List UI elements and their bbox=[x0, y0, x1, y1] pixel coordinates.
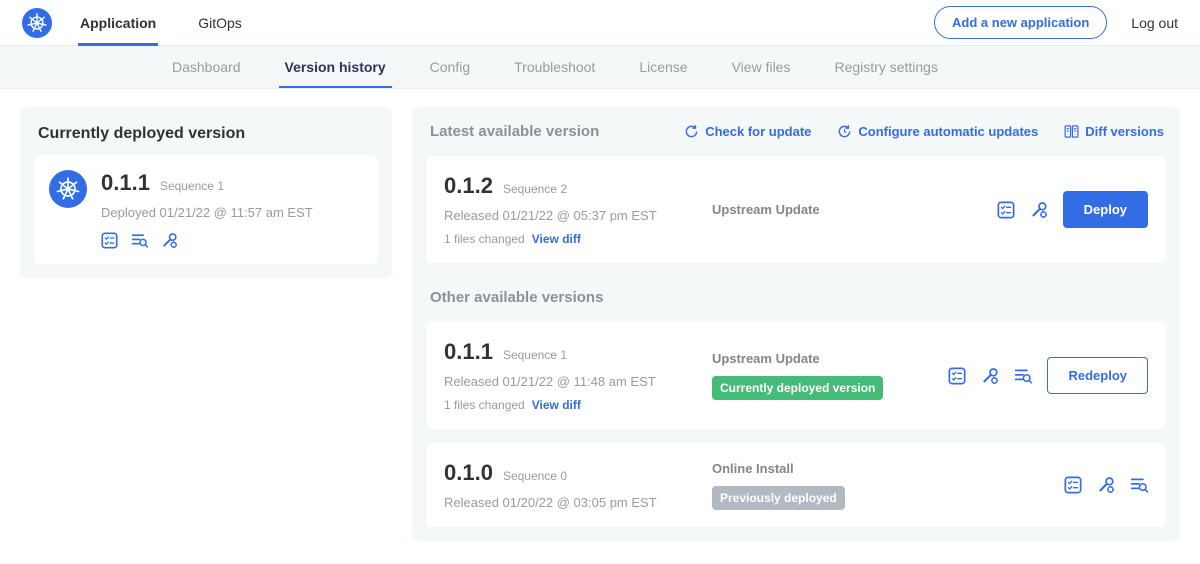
version-number: 0.1.2 bbox=[444, 173, 493, 199]
config-icon[interactable] bbox=[981, 367, 999, 385]
logs-icon[interactable] bbox=[131, 232, 148, 249]
subnav-item-dashboard[interactable]: Dashboard bbox=[150, 46, 263, 88]
kubernetes-logo bbox=[22, 8, 52, 38]
version-number: 0.1.1 bbox=[444, 339, 493, 365]
top-navbar: Application GitOps Add a new application… bbox=[0, 0, 1200, 46]
release-notes-icon[interactable] bbox=[948, 367, 966, 385]
version-card-latest: 0.1.2 Sequence 2 Released 01/21/22 @ 05:… bbox=[426, 156, 1166, 263]
subnav-item-version-history[interactable]: Version history bbox=[263, 46, 408, 88]
check-for-update-link[interactable]: Check for update bbox=[684, 124, 811, 139]
version-source: Upstream Update Currently deployed versi… bbox=[702, 351, 948, 400]
version-info: 0.1.2 Sequence 2 Released 01/21/22 @ 05:… bbox=[444, 173, 702, 246]
app-subnav: Dashboard Version history Config Trouble… bbox=[0, 46, 1200, 89]
config-icon[interactable] bbox=[1097, 476, 1115, 494]
release-notes-icon[interactable] bbox=[1064, 476, 1082, 494]
tab-application[interactable]: Application bbox=[78, 0, 158, 46]
released-date-text: Released 01/21/22 @ 05:37 pm EST bbox=[444, 208, 702, 223]
currently-deployed-panel: Currently deployed version 0.1.1 Sequenc… bbox=[20, 107, 392, 278]
tab-gitops[interactable]: GitOps bbox=[196, 0, 244, 46]
version-number: 0.1.0 bbox=[444, 460, 493, 486]
view-diff-link[interactable]: View diff bbox=[532, 398, 581, 412]
version-actions-group: Deploy bbox=[997, 191, 1148, 228]
add-application-button[interactable]: Add a new application bbox=[934, 6, 1107, 39]
config-icon[interactable] bbox=[1030, 201, 1048, 219]
other-available-heading: Other available versions bbox=[426, 287, 1166, 308]
refresh-icon bbox=[684, 124, 699, 139]
version-card-0-1-0: 0.1.0 Sequence 0 Released 01/20/22 @ 03:… bbox=[426, 443, 1166, 527]
latest-available-heading: Latest available version bbox=[426, 121, 603, 142]
released-date-text: Released 01/20/22 @ 03:05 pm EST bbox=[444, 495, 702, 510]
logout-link[interactable]: Log out bbox=[1131, 15, 1178, 31]
deployed-heading: Currently deployed version bbox=[34, 121, 378, 155]
check-for-update-label: Check for update bbox=[705, 124, 811, 139]
logs-icon[interactable] bbox=[1014, 367, 1032, 385]
version-card-0-1-1: 0.1.1 Sequence 1 Released 01/21/22 @ 11:… bbox=[426, 322, 1166, 429]
version-history-panel: Latest available version Check for updat… bbox=[412, 107, 1180, 541]
deploy-button[interactable]: Deploy bbox=[1063, 191, 1148, 228]
deployed-info: 0.1.1 Sequence 1 Deployed 01/21/22 @ 11:… bbox=[101, 170, 313, 249]
source-label: Upstream Update bbox=[712, 351, 938, 366]
release-notes-icon[interactable] bbox=[101, 232, 118, 249]
diff-icon bbox=[1064, 124, 1079, 139]
auto-update-icon bbox=[837, 124, 852, 139]
version-info: 0.1.1 Sequence 1 Released 01/21/22 @ 11:… bbox=[444, 339, 702, 412]
sequence-label: Sequence 2 bbox=[503, 182, 567, 196]
diff-versions-label: Diff versions bbox=[1085, 124, 1164, 139]
release-notes-icon[interactable] bbox=[997, 201, 1015, 219]
deployed-sequence-label: Sequence 1 bbox=[160, 179, 224, 193]
sequence-label: Sequence 1 bbox=[503, 348, 567, 362]
subnav-item-license[interactable]: License bbox=[617, 46, 709, 88]
version-actions-group: Redeploy bbox=[948, 357, 1148, 394]
configure-automatic-updates-label: Configure automatic updates bbox=[858, 124, 1038, 139]
currently-deployed-badge: Currently deployed version bbox=[712, 376, 883, 400]
source-label: Upstream Update bbox=[712, 202, 987, 217]
files-changed-text: 1 files changed bbox=[444, 232, 525, 246]
subnav-item-troubleshoot[interactable]: Troubleshoot bbox=[492, 46, 617, 88]
diff-versions-link[interactable]: Diff versions bbox=[1064, 124, 1164, 139]
files-changed-text: 1 files changed bbox=[444, 398, 525, 412]
configure-automatic-updates-link[interactable]: Configure automatic updates bbox=[837, 124, 1038, 139]
version-info: 0.1.0 Sequence 0 Released 01/20/22 @ 03:… bbox=[444, 460, 702, 510]
redeploy-button[interactable]: Redeploy bbox=[1047, 357, 1148, 394]
version-source: Upstream Update bbox=[702, 202, 997, 217]
app-icon bbox=[49, 170, 87, 208]
source-label: Online Install bbox=[712, 461, 1054, 476]
version-source: Online Install Previously deployed bbox=[702, 461, 1064, 510]
subnav-item-config[interactable]: Config bbox=[408, 46, 492, 88]
latest-available-header: Latest available version Check for updat… bbox=[426, 121, 1166, 142]
logs-icon[interactable] bbox=[1130, 476, 1148, 494]
version-actions: Check for update Configure automatic upd… bbox=[684, 124, 1164, 139]
view-diff-link[interactable]: View diff bbox=[532, 232, 581, 246]
main-content: Currently deployed version 0.1.1 Sequenc… bbox=[0, 89, 1200, 559]
subnav-item-view-files[interactable]: View files bbox=[710, 46, 813, 88]
config-icon[interactable] bbox=[161, 232, 178, 249]
deployed-version-card: 0.1.1 Sequence 1 Deployed 01/21/22 @ 11:… bbox=[34, 155, 378, 264]
deployed-date-text: Deployed 01/21/22 @ 11:57 am EST bbox=[101, 205, 313, 220]
previously-deployed-badge: Previously deployed bbox=[712, 486, 845, 510]
version-actions-group bbox=[1064, 476, 1148, 494]
deployed-version-number: 0.1.1 bbox=[101, 170, 150, 196]
released-date-text: Released 01/21/22 @ 11:48 am EST bbox=[444, 374, 702, 389]
subnav-item-registry-settings[interactable]: Registry settings bbox=[812, 46, 959, 88]
sequence-label: Sequence 0 bbox=[503, 469, 567, 483]
